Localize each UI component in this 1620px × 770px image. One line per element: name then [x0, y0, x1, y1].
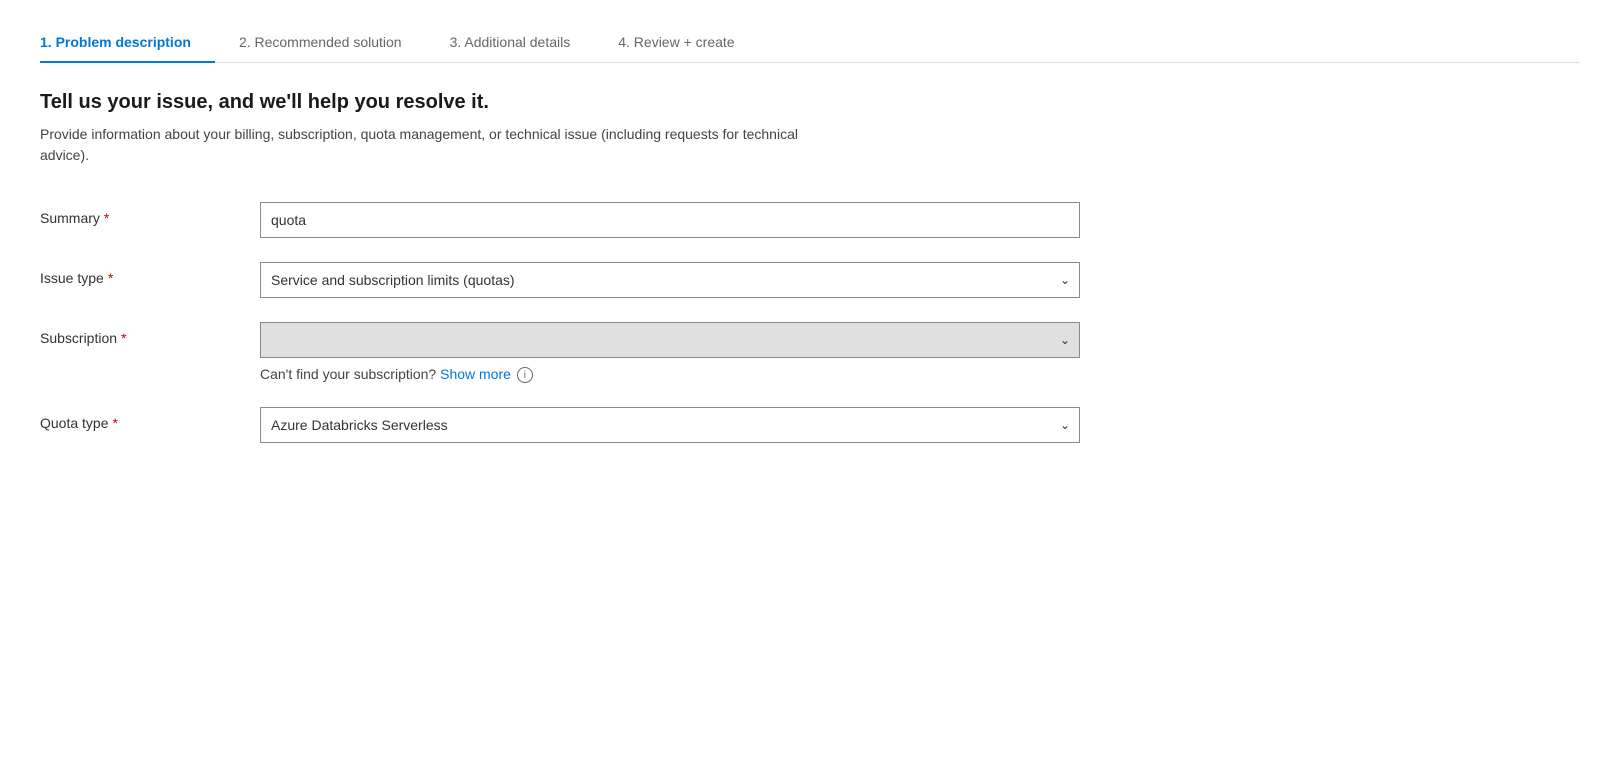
page-container: 1. Problem description 2. Recommended so… [0, 0, 1620, 491]
tab-review-create[interactable]: 4. Review + create [618, 24, 758, 62]
summary-control-wrapper [260, 202, 1080, 238]
subscription-required-star: * [121, 330, 126, 346]
summary-row: Summary * [40, 202, 1580, 238]
problem-description-form: Summary * Issue type * Service and subsc… [40, 202, 1580, 467]
tab-problem-description[interactable]: 1. Problem description [40, 24, 215, 62]
quota-type-required-star: * [113, 415, 118, 431]
tab-3-label: 3. Additional details [450, 34, 571, 50]
subscription-label: Subscription * [40, 322, 260, 346]
summary-input[interactable] [260, 202, 1080, 238]
quota-type-row: Quota type * Azure Databricks Serverless… [40, 407, 1580, 443]
summary-label: Summary * [40, 202, 260, 226]
tab-1-label: 1. Problem description [40, 34, 191, 50]
quota-type-select[interactable]: Azure Databricks Serverless [260, 407, 1080, 443]
tab-4-label: 4. Review + create [618, 34, 734, 50]
subscription-hint: Can't find your subscription? Show more … [260, 366, 1080, 383]
show-more-link[interactable]: Show more [440, 366, 511, 382]
issue-type-select[interactable]: Service and subscription limits (quotas)… [260, 262, 1080, 298]
subscription-row: Subscription * ⌄ Can't find your subscri… [40, 322, 1580, 383]
issue-type-required-star: * [108, 270, 113, 286]
tab-recommended-solution[interactable]: 2. Recommended solution [239, 24, 426, 62]
page-description: Provide information about your billing, … [40, 124, 800, 166]
issue-type-row: Issue type * Service and subscription li… [40, 262, 1580, 298]
quota-type-select-wrapper: Azure Databricks Serverless ⌄ [260, 407, 1080, 443]
issue-type-label: Issue type * [40, 262, 260, 286]
quota-type-control-wrapper: Azure Databricks Serverless ⌄ [260, 407, 1080, 443]
tab-2-label: 2. Recommended solution [239, 34, 402, 50]
summary-required-star: * [104, 210, 109, 226]
tab-additional-details[interactable]: 3. Additional details [450, 24, 595, 62]
subscription-select[interactable] [260, 322, 1080, 358]
page-title: Tell us your issue, and we'll help you r… [40, 91, 1580, 114]
wizard-tabs: 1. Problem description 2. Recommended so… [40, 24, 1580, 63]
subscription-info-icon[interactable]: i [517, 367, 533, 383]
issue-type-select-wrapper: Service and subscription limits (quotas)… [260, 262, 1080, 298]
subscription-control-wrapper: ⌄ Can't find your subscription? Show mor… [260, 322, 1080, 383]
issue-type-control-wrapper: Service and subscription limits (quotas)… [260, 262, 1080, 298]
quota-type-label: Quota type * [40, 407, 260, 431]
subscription-select-wrapper: ⌄ [260, 322, 1080, 358]
